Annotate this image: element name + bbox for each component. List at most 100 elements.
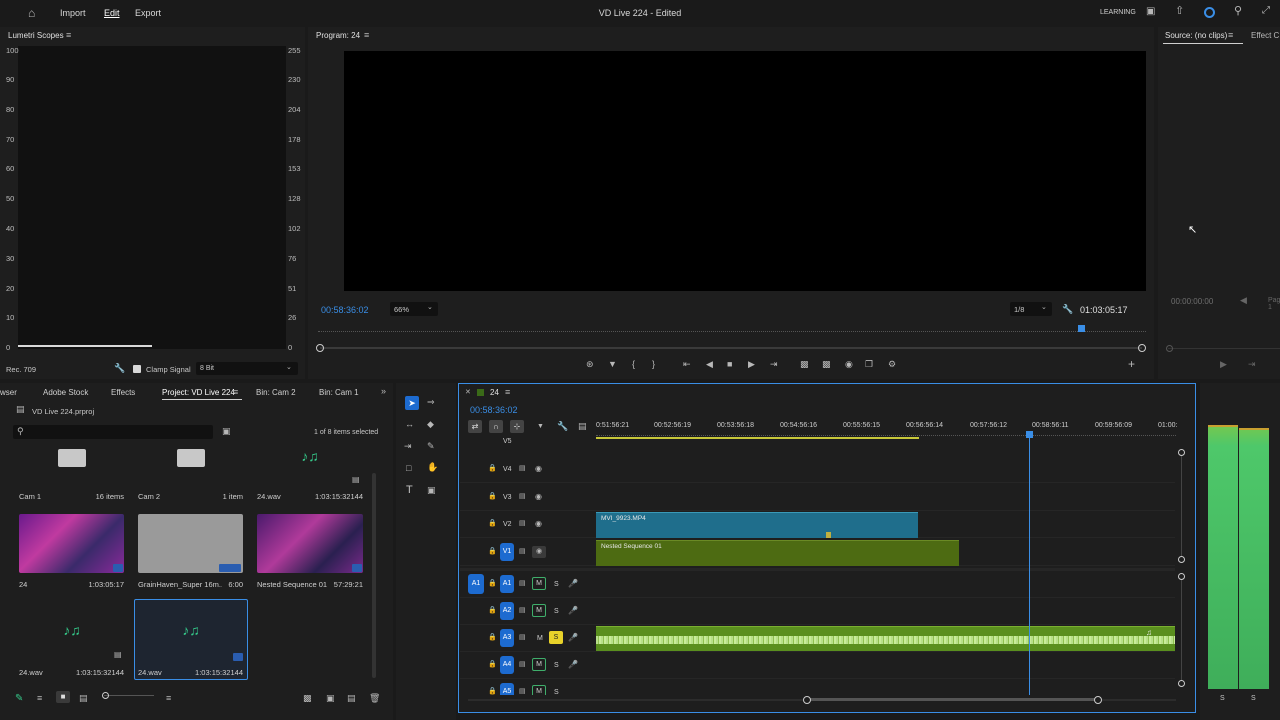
sync-icon[interactable]: ▤: [519, 607, 526, 614]
wrench-icon[interactable]: 🔧: [1062, 305, 1073, 314]
lock-icon[interactable]: 🔒: [488, 607, 497, 614]
zoom-slider[interactable]: [104, 695, 154, 696]
program-zoom-bar[interactable]: [320, 347, 1142, 349]
pencil-icon[interactable]: ✎: [15, 693, 23, 704]
timeline-zoom-range[interactable]: [807, 698, 1098, 701]
share-icon[interactable]: ⇧: [1175, 6, 1184, 17]
microphone-icon[interactable]: 🎤: [568, 661, 578, 669]
bin-icon[interactable]: [177, 449, 205, 467]
lock-icon[interactable]: 🔒: [488, 520, 497, 527]
fullscreen-icon[interactable]: ⤢: [1262, 6, 1270, 16]
play-icon[interactable]: ▶: [1220, 360, 1227, 369]
eye-off-icon[interactable]: ◉: [532, 546, 546, 558]
panel-layout-icon[interactable]: ▣: [1146, 7, 1155, 17]
progress-ring-icon[interactable]: [1204, 7, 1215, 18]
sync-icon[interactable]: ▤: [519, 661, 526, 668]
zoom-bar-left-handle[interactable]: [316, 344, 324, 352]
nested-sequence-thumbnail[interactable]: [257, 514, 363, 573]
mute-button[interactable]: M: [532, 685, 546, 695]
timeline-tab[interactable]: 24: [490, 388, 499, 397]
vr-video-icon[interactable]: ⚙: [888, 360, 896, 369]
microphone-icon[interactable]: 🎤: [568, 634, 578, 642]
timeline-zoom-right-handle[interactable]: [1094, 696, 1102, 704]
search-icon[interactable]: ⚲: [1234, 6, 1242, 17]
wrench-icon[interactable]: 🔧: [557, 422, 568, 431]
sequence-thumbnail[interactable]: [19, 514, 124, 573]
rectangle-tool-icon[interactable]: □: [406, 464, 411, 473]
target-a1-button[interactable]: A1: [500, 575, 514, 593]
panel-menu-icon[interactable]: ≡: [364, 31, 369, 40]
lock-icon[interactable]: 🔒: [488, 661, 497, 668]
audio-waveform-icon[interactable]: ♪♫: [56, 619, 88, 641]
sync-icon[interactable]: ▤: [519, 465, 526, 472]
audio-scrollbar[interactable]: [1181, 580, 1182, 680]
comparison-view-icon[interactable]: ❐: [865, 360, 873, 369]
sort-icon[interactable]: ≡: [166, 694, 171, 703]
tab-project[interactable]: Project: VD Live 224: [162, 388, 235, 397]
timeline-playhead[interactable]: [1029, 433, 1030, 695]
sync-icon[interactable]: ▤: [519, 580, 526, 587]
automate-to-sequence-icon[interactable]: ▩: [303, 694, 312, 703]
microphone-icon[interactable]: 🎤: [568, 607, 578, 615]
new-item-icon[interactable]: ▤: [347, 694, 356, 703]
lift-icon[interactable]: ▩: [800, 360, 809, 369]
hand-tool-icon[interactable]: ✋: [427, 463, 438, 472]
playhead-handle[interactable]: [1026, 431, 1033, 438]
panel-menu-icon[interactable]: ≡: [505, 388, 510, 397]
lock-icon[interactable]: 🔒: [488, 580, 497, 587]
solo-left-label[interactable]: S: [1220, 695, 1225, 702]
video-scroll-bottom-handle[interactable]: [1178, 556, 1185, 563]
solo-right-label[interactable]: S: [1251, 695, 1256, 702]
timeline-timecode[interactable]: 00:58:36:02: [470, 405, 518, 415]
captions-icon[interactable]: ▤: [578, 422, 587, 431]
timeline-zoom-left-handle[interactable]: [803, 696, 811, 704]
lock-icon[interactable]: 🔒: [488, 688, 497, 695]
mute-button[interactable]: M: [532, 658, 546, 671]
step-forward-icon[interactable]: ⇥: [1248, 360, 1256, 369]
target-v1-button[interactable]: V1: [500, 543, 514, 561]
tab-bin-cam2[interactable]: Bin: Cam 2: [256, 388, 296, 397]
effect-controls-tab[interactable]: Effect C: [1251, 31, 1279, 40]
solo-button[interactable]: S: [554, 608, 559, 615]
audio-scroll-top-handle[interactable]: [1178, 573, 1185, 580]
menu-export[interactable]: Export: [135, 8, 161, 18]
lock-icon[interactable]: 🔒: [488, 493, 497, 500]
tab-media-browser[interactable]: wser: [0, 388, 17, 397]
icon-view-button[interactable]: ■: [56, 691, 70, 703]
program-title[interactable]: Program: 24: [316, 31, 360, 40]
trash-icon[interactable]: 🗑: [369, 694, 380, 703]
lock-icon[interactable]: 🔒: [488, 548, 497, 555]
target-a4-button[interactable]: A4: [500, 656, 514, 674]
project-scrollbar[interactable]: [372, 473, 376, 678]
zoom-bar-right-handle[interactable]: [1138, 344, 1146, 352]
sync-icon[interactable]: ▤: [519, 634, 526, 641]
bit-depth-select[interactable]: 8 Bit ⌄: [196, 362, 298, 375]
source-tab[interactable]: Source: (no clips): [1165, 31, 1227, 40]
pen-tool-icon[interactable]: ✎: [427, 442, 435, 451]
step-back-icon[interactable]: ◀: [1240, 296, 1247, 305]
mute-button[interactable]: M: [532, 577, 546, 590]
mute-button[interactable]: M: [537, 635, 543, 642]
zoom-bar-left-handle[interactable]: [1166, 345, 1173, 352]
menu-edit[interactable]: Edit: [104, 8, 120, 18]
slip-tool-icon[interactable]: ⇥: [404, 442, 412, 451]
go-to-out-icon[interactable]: ⇥: [770, 360, 778, 369]
eye-icon[interactable]: ◉: [535, 493, 542, 501]
mute-button[interactable]: M: [532, 604, 546, 617]
panel-menu-icon[interactable]: ≡: [233, 388, 238, 397]
eye-icon[interactable]: ◉: [535, 520, 542, 528]
razor-tool-icon[interactable]: ◆: [427, 420, 434, 429]
new-bin-from-search-icon[interactable]: ▣: [222, 427, 231, 436]
bin-icon[interactable]: [58, 449, 86, 467]
extract-icon[interactable]: ▩: [822, 360, 831, 369]
tab-adobe-stock[interactable]: Adobe Stock: [43, 388, 88, 397]
wrench-icon[interactable]: 🔧: [114, 364, 125, 373]
source-patch-a1-button[interactable]: A1: [468, 574, 484, 594]
lock-icon[interactable]: 🔒: [488, 465, 497, 472]
snap-icon[interactable]: ∩: [489, 420, 503, 433]
clip-nested-sequence[interactable]: Nested Sequence 01: [596, 540, 959, 566]
mark-out-icon[interactable]: }: [652, 360, 655, 369]
program-playhead-timecode[interactable]: 00:58:36:02: [321, 305, 369, 315]
microphone-icon[interactable]: 🎤: [568, 580, 578, 588]
learning-workspace[interactable]: LEARNING: [1100, 9, 1136, 16]
